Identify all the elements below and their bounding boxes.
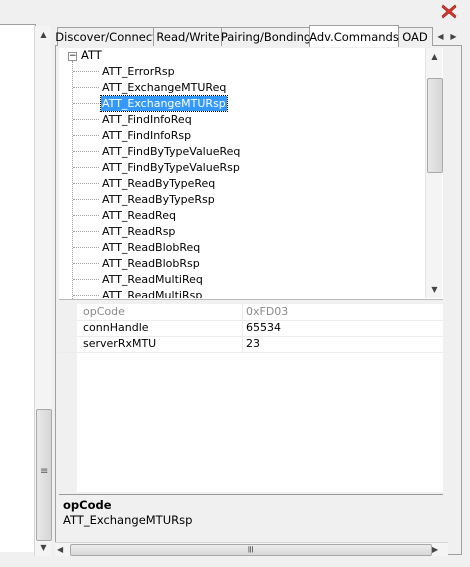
tab-read-write[interactable]: Read/Write <box>153 27 223 46</box>
tree-guide-line <box>72 61 73 301</box>
tree-item-selected[interactable]: ATT_ExchangeMTURsp <box>100 95 228 112</box>
scroll-up-arrow-icon[interactable]: ▲ <box>427 48 442 64</box>
property-grid: opCode 0xFD03 connHandle 65534 serverRxM… <box>59 304 443 492</box>
scroll-down-arrow-icon[interactable]: ▼ <box>36 539 51 555</box>
tree-item[interactable]: ATT_FindInfoRsp <box>101 128 192 143</box>
tree-scroll-thumb[interactable] <box>427 78 443 173</box>
tab-label: Adv.Commands <box>309 29 399 44</box>
tree-connector <box>73 119 99 120</box>
tree-item[interactable]: ATT_ReadByTypeReq <box>101 176 216 191</box>
column-divider <box>242 336 243 352</box>
row-margin <box>59 336 77 352</box>
tree-item[interactable]: ATT_ReadByTypeRsp <box>101 192 216 207</box>
tree-item[interactable]: ATT_FindByTypeValueRsp <box>101 160 241 175</box>
tree-item[interactable]: ATT_FindInfoReq <box>101 112 193 127</box>
property-row-serverrxmtu[interactable]: serverRxMTU 23 <box>59 336 443 353</box>
tree-connector <box>73 247 99 248</box>
scroll-right-arrow-icon[interactable]: ▶ <box>432 545 438 554</box>
close-icon[interactable] <box>440 3 458 20</box>
tree-item[interactable]: ATT_ReadBlobRsp <box>101 256 201 271</box>
tree-item[interactable]: ATT_ReadReq <box>101 208 177 223</box>
left-panel-scrollbar[interactable]: ▲ ≡ ▼ <box>34 26 52 556</box>
description-text: ATT_ExchangeMTURsp <box>63 513 193 527</box>
title-bar <box>0 0 470 24</box>
tree-item[interactable]: ATT_ReadMultiRsp <box>101 288 203 298</box>
tree-item[interactable]: ATT_ExchangeMTUReq <box>101 80 227 95</box>
grip-icon: ≡ <box>244 545 256 554</box>
property-row-opcode[interactable]: opCode 0xFD03 <box>59 304 443 321</box>
tab-label: OAD <box>402 30 428 44</box>
tree-scrollbar[interactable]: ▲ ▼ <box>425 48 443 298</box>
left-panel <box>0 24 36 552</box>
description-title: opCode <box>63 498 112 512</box>
scroll-left-arrow-icon[interactable]: ◀ <box>57 545 63 554</box>
row-margin <box>59 304 77 320</box>
tree-connector <box>73 199 99 200</box>
tab-discover-connect[interactable]: Discover/Connect <box>55 27 157 46</box>
tab-label: Read/Write <box>156 30 220 44</box>
property-name: opCode <box>83 305 125 318</box>
tree-connector <box>73 135 99 136</box>
left-scroll-thumb[interactable]: ≡ <box>36 409 52 541</box>
collapse-toggle-icon[interactable]: − <box>68 52 77 61</box>
tab-oad[interactable]: OAD <box>397 27 433 46</box>
scroll-down-arrow-icon[interactable]: ▼ <box>427 281 442 297</box>
tab-pairing-bonding[interactable]: Pairing/Bonding <box>221 27 311 46</box>
tab-scroll-right-icon[interactable]: ▶ <box>447 28 460 44</box>
bottom-border <box>0 556 470 567</box>
tab-scroll-left-icon[interactable]: ◀ <box>434 28 447 44</box>
property-name: connHandle <box>83 321 149 334</box>
tree-item[interactable]: ATT_ReadRsp <box>101 224 176 239</box>
tree-connector <box>73 295 99 296</box>
tree-item[interactable]: ATT_ReadMultiReq <box>101 272 204 287</box>
property-value[interactable]: 65534 <box>246 321 281 335</box>
tree-connector <box>73 167 99 168</box>
horizontal-scroll-thumb[interactable]: ≡ <box>70 544 432 556</box>
tree-connector <box>73 231 99 232</box>
tree-connector <box>73 279 99 280</box>
scroll-up-arrow-icon[interactable]: ▲ <box>36 26 51 42</box>
tab-label: Discover/Connect <box>55 30 157 44</box>
column-divider <box>242 304 243 320</box>
tree-connector <box>73 263 99 264</box>
tree-item[interactable]: ATT_FindByTypeValueReq <box>101 144 241 159</box>
tree-connector <box>73 215 99 216</box>
property-value[interactable]: 23 <box>246 337 260 351</box>
property-row-connhandle[interactable]: connHandle 65534 <box>59 320 443 337</box>
tree-connector <box>73 151 99 152</box>
row-margin <box>59 320 77 336</box>
tree-connector <box>73 103 99 104</box>
tree-item[interactable]: ATT_ErrorRsp <box>101 64 176 79</box>
tree-item[interactable]: ATT_ReadBlobReq <box>101 240 201 255</box>
grip-icon: ≡ <box>40 466 49 477</box>
tree-connector <box>73 87 99 88</box>
tree-connector <box>73 183 99 184</box>
tab-label: Pairing/Bonding <box>220 30 312 44</box>
property-name: serverRxMTU <box>83 337 157 350</box>
property-value: 0xFD03 <box>246 305 289 318</box>
tab-adv-commands[interactable]: Adv.Commands <box>309 25 399 47</box>
column-divider <box>242 320 243 336</box>
tree-connector <box>73 71 99 72</box>
tree-root-att[interactable]: ATT <box>81 48 102 63</box>
